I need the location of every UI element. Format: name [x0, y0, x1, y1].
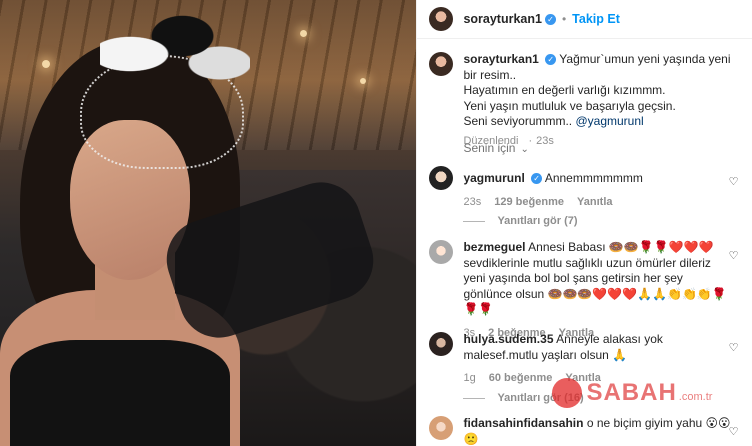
chevron-down-icon: ⌄ [520, 144, 529, 155]
comment-text: Annemmmmmmm [544, 171, 643, 185]
verified-badge-icon: ✓ [544, 13, 556, 25]
likes-count[interactable]: 60 beğenme [489, 372, 553, 384]
divider [463, 220, 486, 222]
avatar[interactable] [429, 166, 454, 190]
avatar[interactable] [429, 416, 454, 440]
caption-body: sorayturkan1 ✓ Yağmur`umun yeni yaşında … [463, 52, 733, 149]
verified-badge-icon: ✓ [531, 173, 543, 185]
heart-icon[interactable]: ♡ [729, 341, 739, 354]
avatar[interactable] [429, 240, 454, 264]
comment-time: 1g [463, 372, 476, 384]
mention-link[interactable]: @yagmurunl [575, 114, 643, 128]
post-photo[interactable] [0, 0, 417, 446]
instagram-post-view: sorayturkan1 ✓ • Takip Et sorayturkan1 ✓… [0, 0, 752, 446]
watermark-brand: SABAH [586, 379, 677, 406]
view-replies-button[interactable]: Yanıtları gör (7) [463, 215, 578, 227]
view-replies-label: Yanıtları gör (7) [497, 215, 578, 227]
watermark-logo-icon [552, 378, 583, 408]
caption-username[interactable]: sorayturkan1 [463, 52, 538, 66]
ceiling-light [360, 78, 366, 84]
author-username[interactable]: sorayturkan1 [463, 12, 542, 26]
heart-icon[interactable]: ♡ [729, 425, 739, 438]
comment-username[interactable]: fidansahinfidansahin [463, 416, 583, 430]
filter-label: Senin için [463, 141, 516, 155]
post-header: sorayturkan1 ✓ • Takip Et [417, 0, 752, 39]
comment-body: bezmeguel Annesi Babası 🍩🍩🌹🌹❤️❤️❤️ sevdi… [463, 240, 733, 341]
ceiling-light [42, 60, 50, 68]
comment-filter-dropdown[interactable]: Senin için ⌄ [463, 141, 528, 155]
avatar[interactable] [429, 52, 454, 76]
comment-username[interactable]: hulya.sudem.35 [463, 332, 553, 346]
avatar[interactable] [429, 7, 454, 31]
separator-dot: • [561, 12, 567, 26]
verified-badge-icon: ✓ [545, 54, 557, 66]
watermark-suffix: .com.tr [678, 391, 713, 403]
caption-text: Yeni yaşın mutluluk ve başarıyla geçsin. [463, 98, 676, 113]
reply-button[interactable]: Yanıtla [577, 196, 612, 208]
comment-body: fidansahinfidansahin o ne biçim giyim ya… [463, 416, 733, 446]
likes-count[interactable]: 129 beğenme [494, 196, 564, 208]
ceiling-light [300, 30, 307, 37]
post-sidebar: sorayturkan1 ✓ • Takip Et sorayturkan1 ✓… [416, 0, 752, 446]
heart-icon[interactable]: ♡ [729, 175, 739, 188]
heart-icon[interactable]: ♡ [729, 249, 739, 262]
comment-meta: 23s 129 beğenme Yanıtla [463, 195, 733, 211]
comment-username[interactable]: yagmurunl [463, 171, 524, 185]
comment-username[interactable]: bezmeguel [463, 240, 525, 254]
caption-time: 23s [536, 134, 554, 147]
caption-text: Hayatımın en değerli varlığı kızımmm. [463, 83, 666, 97]
comment-time: 23s [463, 195, 482, 208]
avatar[interactable] [429, 332, 454, 356]
divider [463, 397, 486, 399]
feather-headdress [100, 0, 250, 90]
sabah-watermark: SABAH .com.tr [552, 378, 712, 408]
follow-button[interactable]: Takip Et [572, 12, 620, 26]
black-top [10, 340, 230, 446]
comment-body: yagmurunl ✓ Annemmmmmmm 23s 129 beğenme … [463, 171, 733, 210]
comments-list[interactable]: sorayturkan1 ✓ Yağmur`umun yeni yaşında … [417, 39, 752, 446]
caption-text: Seni seviyorummm.. [463, 114, 576, 128]
